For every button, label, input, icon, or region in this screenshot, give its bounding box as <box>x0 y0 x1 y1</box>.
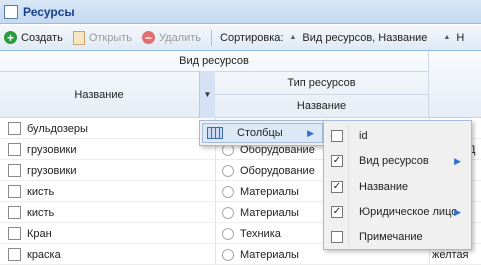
minus-icon: − <box>142 31 156 44</box>
header-group-resource-type-label: Тип ресурсов <box>287 77 356 89</box>
chevron-right-icon: ▶ <box>454 206 461 217</box>
checkbox-id[interactable] <box>331 130 343 142</box>
column-legal-entity-label: Юридическое лицо <box>359 206 458 218</box>
sort-more-button[interactable]: ▲ Н <box>427 32 464 44</box>
header-type-name-column[interactable]: Название <box>215 95 429 118</box>
document-icon <box>72 30 85 45</box>
record-icon <box>8 122 21 135</box>
sort-ascending-icon: ▲ <box>443 34 451 41</box>
open-button[interactable]: Открыть <box>72 30 133 45</box>
row-extra: желтая <box>432 248 469 261</box>
menu-item-column-note[interactable]: Примечание <box>326 226 469 248</box>
record-icon <box>8 185 21 198</box>
row-name: Кран <box>27 227 52 240</box>
row-type: Материалы <box>240 206 299 219</box>
type-radio-icon <box>222 227 234 240</box>
row-name: грузовики <box>27 143 77 156</box>
chevron-down-icon: ▼ <box>203 90 212 99</box>
menu-item-columns-label: Столбцы <box>237 127 283 139</box>
create-button[interactable]: + Создать <box>4 31 63 44</box>
type-radio-icon <box>222 248 234 261</box>
row-name: бульдозеры <box>27 122 88 135</box>
sort-label: Сортировка: <box>220 31 284 44</box>
row-name: краска <box>27 248 61 261</box>
delete-button-label: Удалить <box>159 31 202 44</box>
sort-more-label: Н <box>456 31 465 44</box>
record-icon <box>8 227 21 240</box>
window-icon <box>4 4 18 19</box>
menu-item-column-id[interactable]: id <box>326 125 469 147</box>
checkbox-legal-entity[interactable]: ✓ <box>331 206 343 218</box>
checkbox-resource-kind[interactable]: ✓ <box>331 155 343 167</box>
columns-submenu: id ✓ Вид ресурсов ▶ ✓ Название ✓ Юридиче… <box>323 120 472 250</box>
row-type: Оборудование <box>240 164 315 177</box>
sort-value: Вид ресурсов, Название <box>302 31 428 44</box>
menu-item-column-resource-kind[interactable]: ✓ Вид ресурсов ▶ <box>326 150 469 172</box>
row-type: Техника <box>240 227 281 240</box>
header-name-label: Название <box>74 88 124 101</box>
row-type: Материалы <box>240 185 299 198</box>
type-radio-icon <box>222 185 234 198</box>
checkbox-note[interactable] <box>331 231 343 243</box>
column-name-label: Название <box>359 181 409 193</box>
column-id-label: id <box>359 130 368 142</box>
panel-titlebar: Ресурсы <box>0 0 481 24</box>
column-note-label: Примечание <box>359 231 423 243</box>
grid-header: Вид ресурсов Название ▼ Тип ресурсов Наз… <box>0 51 481 118</box>
menu-item-column-legal-entity[interactable]: ✓ Юридическое лицо ▶ <box>326 201 469 223</box>
row-type: Материалы <box>240 248 299 261</box>
columns-grid-icon <box>207 127 223 139</box>
open-button-label: Открыть <box>88 31 133 44</box>
header-group-resource-kind: Вид ресурсов <box>0 51 429 72</box>
column-menu-trigger[interactable]: ▼ <box>199 71 215 118</box>
type-radio-icon <box>222 164 234 177</box>
record-icon <box>8 143 21 156</box>
type-radio-icon <box>222 206 234 219</box>
row-name: кисть <box>27 206 55 219</box>
header-group-resource-kind-label: Вид ресурсов <box>179 55 249 67</box>
column-resource-kind-label: Вид ресурсов <box>359 155 429 167</box>
header-name-column[interactable]: Название <box>0 72 215 118</box>
record-icon <box>8 206 21 219</box>
header-type-name-label: Название <box>296 100 347 112</box>
menu-item-column-name[interactable]: ✓ Название <box>326 176 469 198</box>
header-group-resource-type: Тип ресурсов <box>215 72 429 95</box>
plus-icon: + <box>4 31 17 44</box>
checkbox-name[interactable]: ✓ <box>331 181 343 193</box>
chevron-right-icon: ▶ <box>307 127 314 138</box>
row-name: грузовики <box>27 164 77 177</box>
column-menu: Столбцы ▶ <box>199 120 326 146</box>
menu-item-columns[interactable]: Столбцы ▶ <box>202 123 323 143</box>
chevron-right-icon: ▶ <box>454 155 461 166</box>
delete-button[interactable]: − Удалить <box>142 31 201 44</box>
toolbar-separator <box>211 29 213 46</box>
record-icon <box>8 248 21 261</box>
toolbar: + Создать Открыть − Удалить Сортировка: … <box>0 25 481 51</box>
panel-title: Ресурсы <box>23 4 75 19</box>
sort-ascending-icon: ▲ <box>289 34 297 41</box>
sort-button[interactable]: ▲ Вид ресурсов, Название <box>283 32 427 44</box>
create-button-label: Создать <box>21 31 63 44</box>
row-name: кисть <box>27 185 55 198</box>
record-icon <box>8 164 21 177</box>
